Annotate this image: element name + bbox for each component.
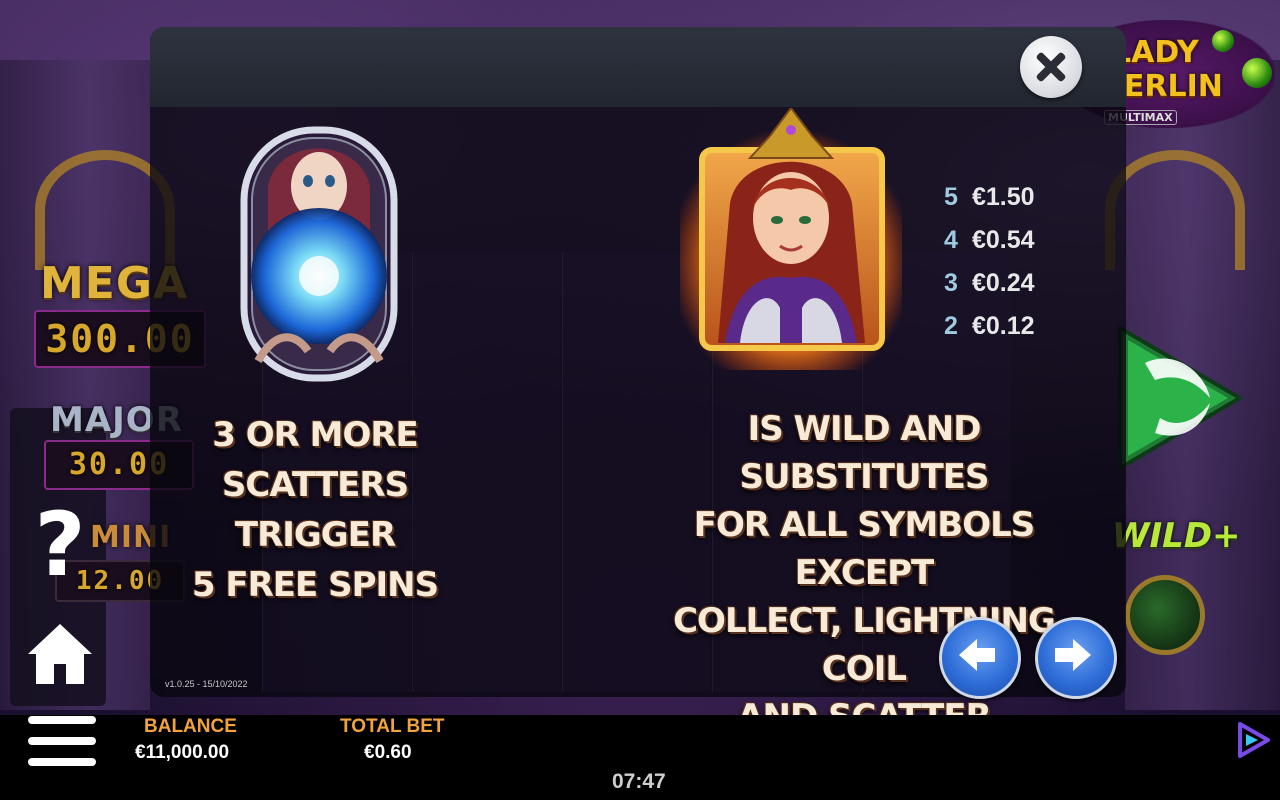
logo-orb-icon — [1242, 58, 1272, 88]
clock: 07:47 — [612, 770, 666, 793]
help-button[interactable]: ? — [30, 500, 90, 590]
paytable-row: 4 €0.54 — [944, 225, 1054, 268]
paytable-count: 5 — [944, 183, 958, 211]
previous-page-button[interactable] — [939, 617, 1021, 699]
paytable-row: 3 €0.24 — [944, 268, 1054, 311]
home-icon — [28, 624, 92, 684]
paytable-count: 3 — [944, 269, 958, 297]
spin-play-icon — [1118, 326, 1242, 470]
wild-description-line: IS WILD AND SUBSTITUTES — [739, 409, 989, 497]
close-button[interactable] — [1020, 36, 1082, 98]
home-button[interactable] — [26, 620, 94, 688]
wild-paytable: 5 €1.50 4 €0.54 3 €0.24 2 €0.12 — [944, 182, 1054, 354]
right-gold-arch-decoration — [1105, 150, 1245, 270]
hamburger-menu-icon — [28, 737, 96, 745]
scatter-symbol — [240, 126, 398, 382]
paytable-amount: €0.24 — [972, 269, 1035, 297]
wild-plus-badge: WILD+ — [1112, 516, 1241, 556]
paytable-amount: €1.50 — [972, 183, 1035, 211]
paytable-header — [150, 27, 1126, 107]
scatter-description-line: SCATTERS TRIGGER — [221, 465, 409, 555]
paytable-amount: €0.12 — [972, 312, 1035, 340]
wild-plus-orb — [1125, 575, 1205, 655]
next-page-button[interactable] — [1035, 617, 1117, 699]
total-bet-value: €0.60 — [364, 742, 412, 763]
logo-orb-icon — [1212, 30, 1234, 52]
scatter-description: 3 OR MORE SCATTERS TRIGGER 5 FREE SPINS — [150, 410, 480, 610]
balance-value: €11,000.00 — [135, 742, 230, 763]
hamburger-menu-icon — [28, 758, 96, 766]
hamburger-menu-icon — [28, 716, 96, 724]
paytable-count: 2 — [944, 312, 958, 340]
balance-label: BALANCE — [144, 716, 237, 737]
scatter-description-line: 3 OR MORE — [212, 415, 419, 455]
provider-logo-icon — [1238, 722, 1270, 758]
wild-description-line: FOR ALL SYMBOLS EXCEPT — [693, 505, 1036, 593]
arrow-left-icon — [959, 639, 995, 671]
version-label: v1.0.25 - 15/10/2022 — [165, 679, 248, 689]
paytable-count: 4 — [944, 226, 958, 254]
scatter-description-line: 5 FREE SPINS — [191, 565, 439, 605]
paytable-row: 2 €0.12 — [944, 311, 1054, 354]
wild-symbol — [680, 108, 902, 370]
menu-button[interactable] — [28, 716, 96, 770]
arrow-right-icon — [1055, 639, 1091, 671]
paytable-row: 5 €1.50 — [944, 182, 1054, 225]
total-bet-label: TOTAL BET — [340, 716, 445, 737]
paytable-amount: €0.54 — [972, 226, 1035, 254]
